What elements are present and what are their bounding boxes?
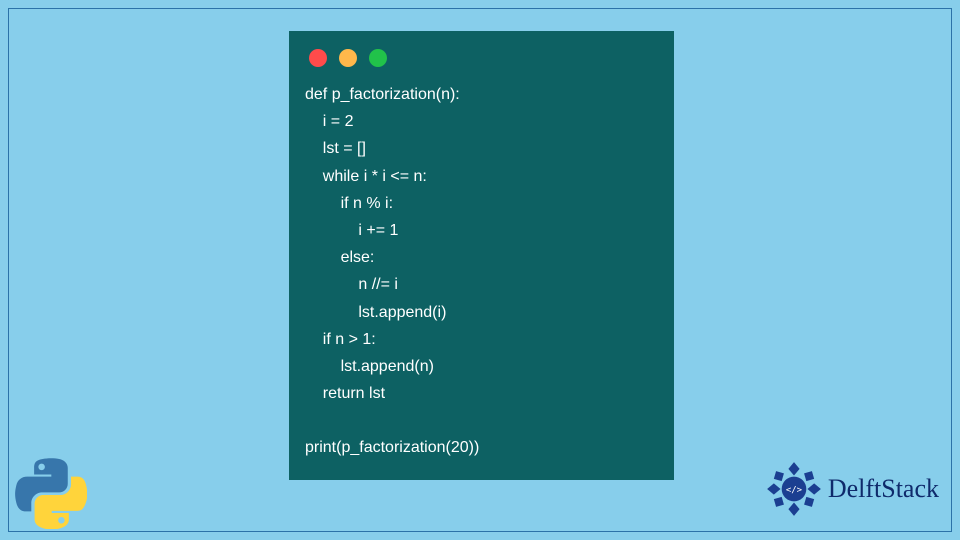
code-line: if n % i: [305,195,393,212]
svg-text:</>: </> [786,485,802,495]
code-block: def p_factorization(n): i = 2 lst = [] w… [305,81,658,462]
canvas-frame: def p_factorization(n): i = 2 lst = [] w… [8,8,952,532]
code-line: lst = [] [305,140,366,157]
code-line: if n > 1: [305,331,376,348]
delftstack-emblem-icon: </> [766,461,822,517]
python-logo-icon [15,457,87,529]
window-titlebar [305,45,658,81]
maximize-icon [369,49,387,67]
code-line: def p_factorization(n): [305,86,460,103]
code-line: print(p_factorization(20)) [305,439,479,456]
code-line: lst.append(i) [305,304,446,321]
minimize-icon [339,49,357,67]
brand-name: DelftStack [828,474,939,504]
close-icon [309,49,327,67]
code-line: i += 1 [305,222,398,239]
code-line: while i * i <= n: [305,168,427,185]
code-line: n //= i [305,276,398,293]
code-line: return lst [305,385,385,402]
code-line: i = 2 [305,113,353,130]
brand-badge: </> DelftStack [766,461,939,517]
code-line: lst.append(n) [305,358,434,375]
code-line: else: [305,249,374,266]
code-window: def p_factorization(n): i = 2 lst = [] w… [289,31,674,480]
